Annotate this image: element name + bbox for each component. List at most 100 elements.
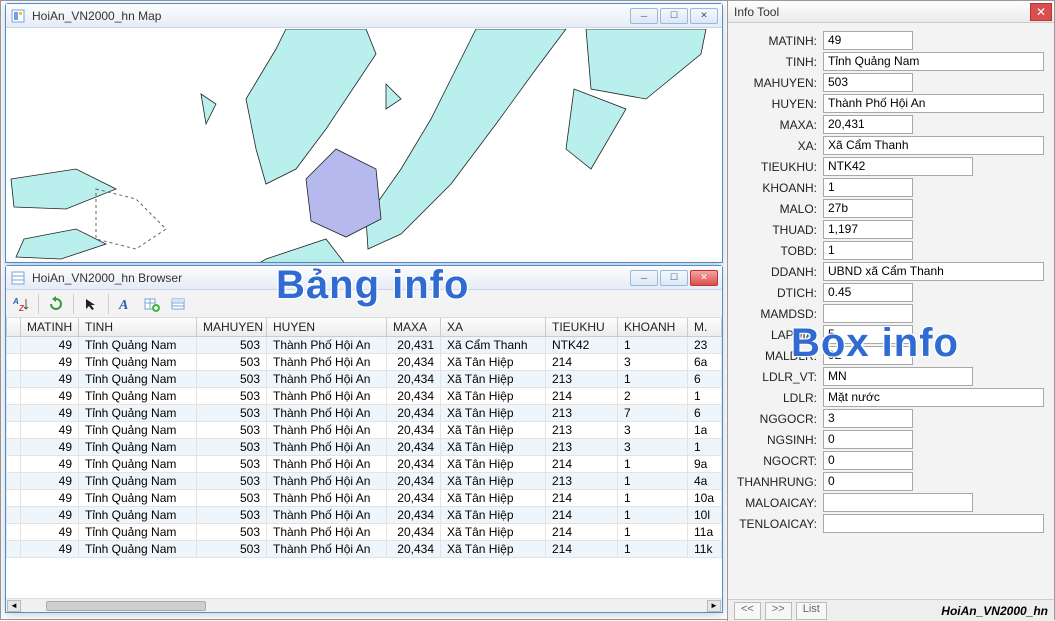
prev-record-button[interactable]: << xyxy=(734,602,761,620)
col-matinh[interactable]: MATINH xyxy=(21,318,79,337)
info-field-row: NGGOCR:3 xyxy=(728,409,1044,428)
info-field-value[interactable]: 92 xyxy=(823,346,913,365)
minimize-button[interactable]: ─ xyxy=(630,8,658,24)
maximize-button[interactable]: ☐ xyxy=(660,8,688,24)
info-field-value[interactable]: 0 xyxy=(823,430,913,449)
info-field-value[interactable] xyxy=(823,514,1044,533)
info-field-value[interactable]: 1 xyxy=(823,178,913,197)
info-field-value[interactable]: Thành Phố Hội An xyxy=(823,94,1044,113)
table-row[interactable]: 49Tỉnh Quảng Nam503Thành Phố Hội An20,43… xyxy=(7,473,722,490)
info-field-value[interactable]: 1,197 xyxy=(823,220,913,239)
table-row[interactable]: 49Tỉnh Quảng Nam503Thành Phố Hội An20,43… xyxy=(7,439,722,456)
col-m[interactable]: M. xyxy=(688,318,722,337)
table-options-button[interactable] xyxy=(167,293,189,315)
info-field-value[interactable]: 5 xyxy=(823,325,913,344)
row-selector[interactable] xyxy=(7,541,21,558)
info-field-value[interactable]: 3 xyxy=(823,409,913,428)
info-field-label: NGOCRT: xyxy=(728,454,823,468)
row-selector[interactable] xyxy=(7,524,21,541)
info-field-value[interactable]: Xã Cẩm Thanh xyxy=(823,136,1044,155)
row-selector[interactable] xyxy=(7,388,21,405)
grid-header[interactable]: MATINH TINH MAHUYEN HUYEN MAXA XA TIEUKH… xyxy=(7,318,722,337)
next-record-button[interactable]: >> xyxy=(765,602,792,620)
map-titlebar[interactable]: HoiAn_VN2000_hn Map ─ ☐ ✕ xyxy=(6,4,722,28)
col-huyen[interactable]: HUYEN xyxy=(267,318,387,337)
close-button[interactable]: ✕ xyxy=(690,270,718,286)
table-row[interactable]: 49Tỉnh Quảng Nam503Thành Phố Hội An20,43… xyxy=(7,354,722,371)
table-row[interactable]: 49Tỉnh Quảng Nam503Thành Phố Hội An20,43… xyxy=(7,507,722,524)
info-field-value[interactable]: Mặt nước xyxy=(823,388,1044,407)
browser-titlebar[interactable]: HoiAn_VN2000_hn Browser ─ ☐ ✕ xyxy=(6,266,722,290)
toolbar-separator xyxy=(38,294,39,314)
info-field-value[interactable]: 0 xyxy=(823,451,913,470)
refresh-button[interactable] xyxy=(45,293,67,315)
table-row[interactable]: 49Tỉnh Quảng Nam503Thành Phố Hội An20,43… xyxy=(7,456,722,473)
list-button[interactable]: List xyxy=(796,602,827,620)
table-row[interactable]: 49Tỉnh Quảng Nam503Thành Phố Hội An20,43… xyxy=(7,422,722,439)
info-field-value[interactable]: 49 xyxy=(823,31,913,50)
row-selector[interactable] xyxy=(7,337,21,354)
table-row[interactable]: 49Tỉnh Quảng Nam503Thành Phố Hội An20,43… xyxy=(7,405,722,422)
browser-grid[interactable]: MATINH TINH MAHUYEN HUYEN MAXA XA TIEUKH… xyxy=(6,318,722,598)
map-canvas[interactable] xyxy=(6,29,722,262)
minimize-button[interactable]: ─ xyxy=(630,270,658,286)
sort-az-button[interactable]: AZ xyxy=(10,293,32,315)
info-field-value[interactable]: 503 xyxy=(823,73,913,92)
info-field-value[interactable]: 1 xyxy=(823,241,913,260)
row-selector[interactable] xyxy=(7,490,21,507)
table-row[interactable]: 49Tỉnh Quảng Nam503Thành Phố Hội An20,43… xyxy=(7,337,722,354)
font-style-button[interactable]: A xyxy=(115,293,137,315)
info-field-value[interactable] xyxy=(823,493,973,512)
table-row[interactable]: 49Tỉnh Quảng Nam503Thành Phố Hội An20,43… xyxy=(7,388,722,405)
info-field-row: XA:Xã Cẩm Thanh xyxy=(728,136,1044,155)
info-field-value[interactable]: 20,431 xyxy=(823,115,913,134)
scroll-right-arrow[interactable]: ► xyxy=(707,600,721,612)
info-field-value[interactable]: UBND xã Cẩm Thanh xyxy=(823,262,1044,281)
table-add-button[interactable] xyxy=(141,293,163,315)
scroll-left-arrow[interactable]: ◄ xyxy=(7,600,21,612)
row-selector[interactable] xyxy=(7,422,21,439)
row-selector-header[interactable] xyxy=(7,318,21,337)
col-tinh[interactable]: TINH xyxy=(79,318,197,337)
horizontal-scrollbar[interactable]: ◄ ► xyxy=(6,598,722,612)
col-mahuyen[interactable]: MAHUYEN xyxy=(197,318,267,337)
info-field-row: MAMDSD: xyxy=(728,304,1044,323)
info-field-value[interactable]: 27b xyxy=(823,199,913,218)
row-selector[interactable] xyxy=(7,473,21,490)
maximize-button[interactable]: ☐ xyxy=(660,270,688,286)
row-selector[interactable] xyxy=(7,405,21,422)
info-field-value[interactable]: MN xyxy=(823,367,973,386)
info-field-row: TENLOAICAY: xyxy=(728,514,1044,533)
info-field-row: KHOANH:1 xyxy=(728,178,1044,197)
row-selector[interactable] xyxy=(7,439,21,456)
col-tieukhu[interactable]: TIEUKHU xyxy=(546,318,618,337)
col-maxa[interactable]: MAXA xyxy=(387,318,441,337)
info-field-value[interactable] xyxy=(823,304,913,323)
info-field-row: MAXA:20,431 xyxy=(728,115,1044,134)
info-tool-titlebar[interactable]: Info Tool ✕ xyxy=(728,1,1054,23)
row-selector[interactable] xyxy=(7,354,21,371)
info-field-value[interactable]: Tỉnh Quảng Nam xyxy=(823,52,1044,71)
map-app-icon xyxy=(10,8,26,24)
table-row[interactable]: 49Tỉnh Quảng Nam503Thành Phố Hội An20,43… xyxy=(7,371,722,388)
info-field-value[interactable]: 0 xyxy=(823,472,913,491)
row-selector[interactable] xyxy=(7,371,21,388)
table-row[interactable]: 49Tỉnh Quảng Nam503Thành Phố Hội An20,43… xyxy=(7,524,722,541)
row-selector[interactable] xyxy=(7,507,21,524)
col-khoanh[interactable]: KHOANH xyxy=(618,318,688,337)
row-selector[interactable] xyxy=(7,456,21,473)
table-row[interactable]: 49Tỉnh Quảng Nam503Thành Phố Hội An20,43… xyxy=(7,490,722,507)
col-xa[interactable]: XA xyxy=(441,318,546,337)
close-button[interactable]: ✕ xyxy=(690,8,718,24)
table-row[interactable]: 49Tỉnh Quảng Nam503Thành Phố Hội An20,43… xyxy=(7,541,722,558)
scroll-thumb[interactable] xyxy=(46,601,206,611)
info-field-value[interactable]: 0.45 xyxy=(823,283,913,302)
map-title: HoiAn_VN2000_hn Map xyxy=(32,9,630,23)
cell-maxa: 20,434 xyxy=(387,422,441,439)
cell-m: 4a xyxy=(688,473,722,490)
select-tool-button[interactable] xyxy=(80,293,102,315)
cell-maxa: 20,434 xyxy=(387,524,441,541)
close-button[interactable]: ✕ xyxy=(1030,3,1052,21)
cell-xa: Xã Tân Hiệp xyxy=(441,422,546,439)
info-field-value[interactable]: NTK42 xyxy=(823,157,973,176)
